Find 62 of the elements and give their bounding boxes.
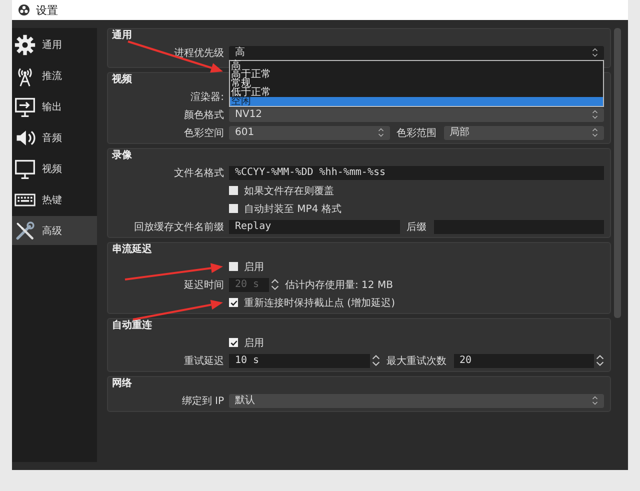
text-field[interactable]: Replay: [229, 220, 400, 234]
group-title: 网络: [112, 378, 132, 390]
window-title: 设置: [36, 2, 58, 18]
chevron-updown-icon[interactable]: [592, 110, 598, 119]
checkbox-label: 启用: [243, 336, 264, 350]
checkbox-label: 如果文件存在则覆盖: [243, 184, 334, 198]
field-label: 色彩空间: [184, 126, 224, 140]
field-label: 延迟时间: [184, 278, 224, 292]
chevron-updown-icon[interactable]: [592, 48, 598, 57]
memory-estimate-text: 估计内存使用量: 12 MB: [284, 278, 393, 292]
checkbox-label: 重新连接时保持截止点 (增加延迟): [243, 296, 395, 310]
sidebar-item[interactable]: 输出: [12, 92, 97, 121]
text-field[interactable]: %CCYY-%MM-%DD %hh-%mm-%ss: [229, 166, 604, 180]
dropdown-field[interactable]: 局部: [444, 126, 604, 140]
number-field[interactable]: 10 s: [229, 354, 370, 368]
checkbox-label: 自动封装至 MP4 格式: [243, 202, 342, 216]
group-title: 自动重连: [112, 320, 152, 332]
app-logo-icon: [18, 4, 30, 16]
field-label: 重试延迟: [184, 354, 224, 368]
field-label: 渲染器:: [190, 90, 224, 104]
wrench-screwdriver-icon: [14, 220, 36, 242]
sidebar-item[interactable]: 推流: [12, 61, 97, 90]
dropdown-field[interactable]: 默认: [229, 394, 604, 408]
field-label: 色彩范围: [396, 126, 438, 140]
monitor-icon: [14, 158, 36, 180]
field-label: 最大重试次数: [386, 354, 448, 368]
dropdown-option[interactable]: 高: [230, 60, 603, 70]
sidebar-item[interactable]: 音频: [12, 123, 97, 152]
dropdown-option[interactable]: 空闲: [230, 96, 603, 106]
field-label: 回放缓存文件名前缀: [134, 220, 224, 234]
dropdown-option[interactable]: 低于正常: [230, 88, 603, 96]
dropdown-option[interactable]: 常规: [230, 78, 603, 88]
spin-arrows-icon[interactable]: [596, 354, 604, 367]
number-field[interactable]: 20: [454, 354, 594, 368]
field-label: 颜色格式: [184, 108, 224, 122]
sidebar-item[interactable]: 通用: [12, 30, 97, 59]
group-title: 录像: [112, 150, 132, 162]
chevron-updown-icon[interactable]: [592, 396, 598, 405]
checkbox-label: 启用: [243, 260, 264, 274]
field-label: 绑定到 IP: [182, 394, 224, 408]
checkbox[interactable]: [229, 204, 238, 213]
checkbox[interactable]: [229, 338, 238, 347]
checkbox[interactable]: [229, 186, 238, 195]
checkbox[interactable]: [229, 262, 238, 271]
sidebar-item[interactable]: 高级: [12, 216, 97, 245]
dropdown-field[interactable]: NV12: [229, 108, 604, 122]
scrollbar-thumb[interactable]: [614, 28, 621, 318]
chevron-updown-icon[interactable]: [592, 128, 598, 137]
checkbox[interactable]: [229, 298, 238, 307]
dropdown-field[interactable]: 601: [229, 126, 390, 140]
sidebar-item[interactable]: 视频: [12, 154, 97, 183]
group-title: 通用: [112, 30, 132, 42]
monitor-arrow-icon: [14, 96, 36, 118]
group-title: 串流延迟: [112, 244, 152, 256]
spin-arrows-icon[interactable]: [372, 354, 380, 367]
spin-arrows-icon[interactable]: [271, 278, 279, 291]
group-title: 视频: [112, 74, 132, 86]
field-label: 文件名格式: [174, 166, 224, 180]
chevron-updown-icon[interactable]: [378, 128, 384, 137]
dropdown-option[interactable]: 高于正常: [230, 70, 603, 78]
field-label: 后缀: [406, 220, 428, 234]
sidebar-item[interactable]: 热键: [12, 185, 97, 214]
